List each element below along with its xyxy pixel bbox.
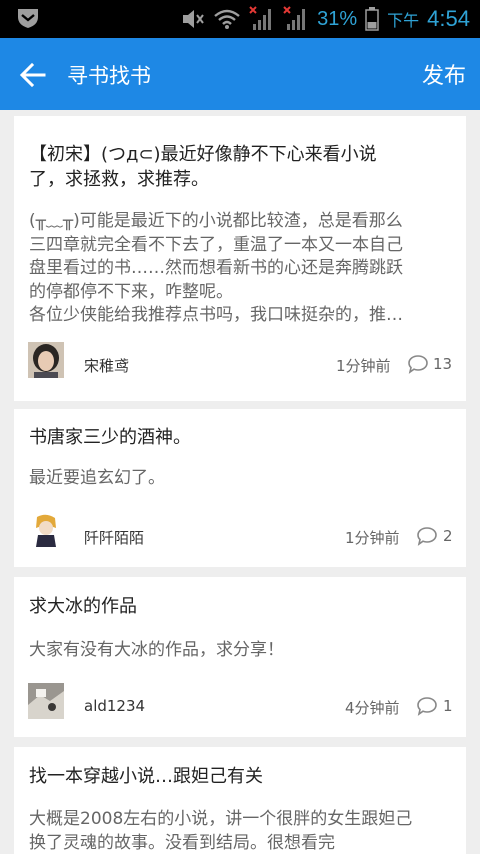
signal-icon [283,6,306,30]
author-name[interactable]: 宋稚鸢 [84,355,129,376]
avatar[interactable] [28,513,64,549]
arrow-left-icon[interactable] [18,60,48,90]
post-title: 求大冰的作品 [29,596,137,617]
post-card[interactable]: 求大冰的作品 大家有没有大冰的作品，求分享！ ald1234 4分钟前 1 [14,577,466,737]
page-title: 寻书找书 [67,64,151,88]
comment-icon [417,697,437,716]
comment-icon [417,527,437,546]
comment-count: 2 [443,527,453,545]
clock-time: 4:54 [427,6,470,31]
avatar[interactable] [28,342,64,378]
wifi-icon [214,9,240,29]
clock-ampm: 下午 [387,11,420,30]
post-body: 大概是2008左右的小说，讲一个很胖的女生跟妲己 换了灵魂的故事。没看到结局。很… [29,809,413,853]
comment-count: 13 [433,355,453,373]
comment-icon [408,355,428,374]
signal-icon [249,6,272,30]
status-bar: 31% 下午 4:54 [0,0,480,38]
post-time: 4分钟前 [345,699,400,717]
post-card[interactable]: 找一本穿越小说…跟妲己有关 大概是2008左右的小说，讲一个很胖的女生跟妲己 换… [14,747,466,854]
avatar[interactable] [28,683,64,719]
post-body: 大家有没有大冰的作品，求分享！ [29,640,284,660]
battery-icon [365,7,379,31]
post-body: 最近要追玄幻了。 [29,468,165,488]
post-time: 1分钟前 [345,529,400,547]
mute-icon [183,10,204,28]
shield-icon [18,9,38,28]
battery-percent: 31% [317,7,358,30]
author-name[interactable]: 阡阡陌陌 [84,527,144,548]
author-name[interactable]: ald1234 [84,697,145,715]
post-title: 书唐家三少的酒神。 [29,427,191,448]
app-bar: 寻书找书 发布 [0,38,480,110]
post-title: 【初宋】(つд⊂)最近好像静不下心来看小说 了，求拯救，求推荐。 [29,144,377,190]
post-card[interactable]: 【初宋】(つд⊂)最近好像静不下心来看小说 了，求拯救，求推荐。 (╥﹏╥)可能… [14,116,466,401]
post-card[interactable]: 书唐家三少的酒神。 最近要追玄幻了。 阡阡陌陌 1分钟前 2 [14,409,466,567]
post-time: 1分钟前 [336,357,391,375]
post-body: (╥﹏╥)可能是最近下的小说都比较渣，总是看那么 三四章就完全看不下去了，重温了… [29,211,403,325]
publish-button[interactable]: 发布 [422,58,466,90]
comment-count: 1 [443,697,453,715]
post-title: 找一本穿越小说…跟妲己有关 [29,766,263,787]
